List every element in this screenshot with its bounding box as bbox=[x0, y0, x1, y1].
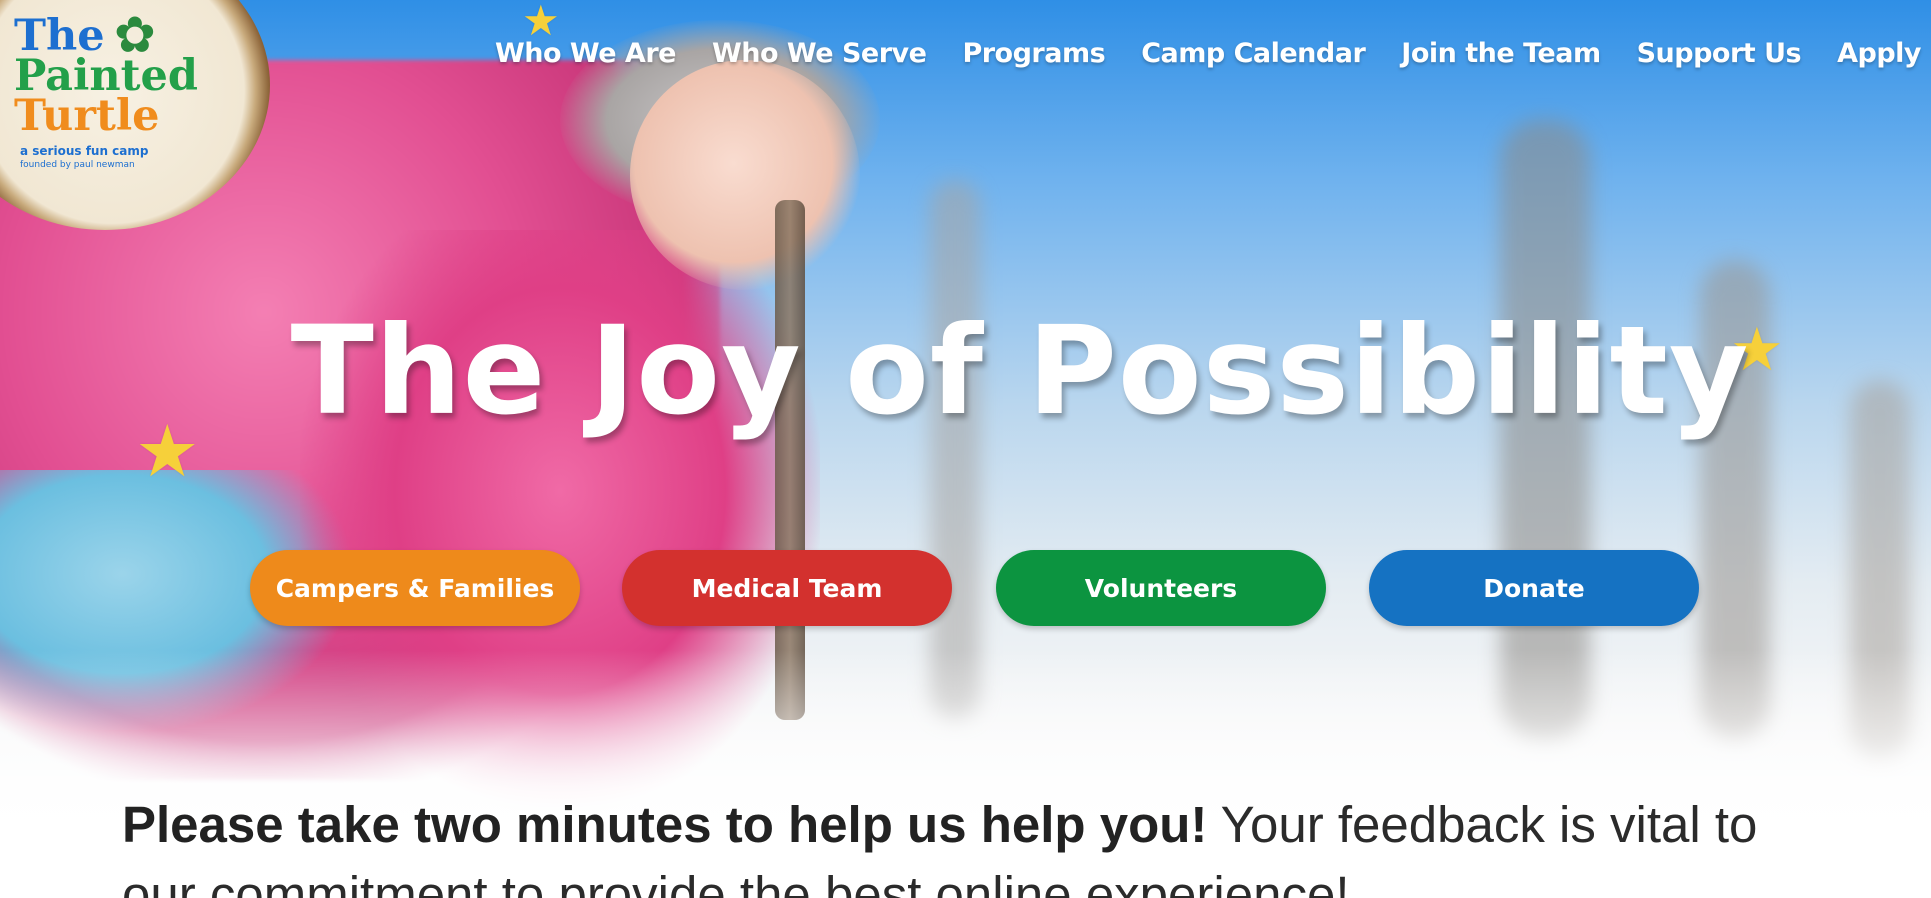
medical-team-button[interactable]: Medical Team bbox=[622, 550, 952, 626]
logo-the: The bbox=[14, 11, 105, 61]
logo-tagline: a serious fun camp bbox=[20, 144, 149, 158]
nav-apply[interactable]: Apply bbox=[1837, 38, 1921, 69]
hero-banner: The Painted Turtle ✿ a serious fun camp … bbox=[0, 0, 1931, 898]
feedback-message[interactable]: Please take two minutes to help us help … bbox=[122, 790, 1822, 898]
site-logo[interactable]: The Painted Turtle ✿ a serious fun camp … bbox=[0, 0, 270, 230]
nav-who-we-serve[interactable]: Who We Serve bbox=[712, 38, 927, 69]
nav-programs[interactable]: Programs bbox=[962, 38, 1105, 69]
nav-support-us[interactable]: Support Us bbox=[1637, 38, 1802, 69]
main-nav: Who We Are Who We Serve Programs Camp Ca… bbox=[495, 38, 1922, 69]
star-icon: ★ bbox=[522, 0, 560, 45]
logo-wordmark: The Painted Turtle bbox=[14, 11, 198, 141]
logo-founder: founded by paul newman bbox=[20, 160, 135, 170]
hero-title: The Joy of Possibility bbox=[290, 300, 1750, 442]
volunteers-button[interactable]: Volunteers bbox=[996, 550, 1326, 626]
hero-photo-face bbox=[630, 60, 860, 290]
hero-photo-rope bbox=[775, 200, 805, 720]
feedback-heading: Please take two minutes to help us help … bbox=[122, 796, 1208, 853]
logo-figure-icon: ✿ bbox=[114, 6, 156, 64]
nav-join-the-team[interactable]: Join the Team bbox=[1401, 38, 1601, 69]
background-tree bbox=[930, 180, 980, 720]
logo-painted: Painted bbox=[14, 51, 198, 101]
nav-camp-calendar[interactable]: Camp Calendar bbox=[1141, 38, 1366, 69]
donate-button[interactable]: Donate bbox=[1369, 550, 1699, 626]
campers-families-button[interactable]: Campers & Families bbox=[250, 550, 580, 626]
logo-turtle: Turtle bbox=[14, 91, 160, 141]
